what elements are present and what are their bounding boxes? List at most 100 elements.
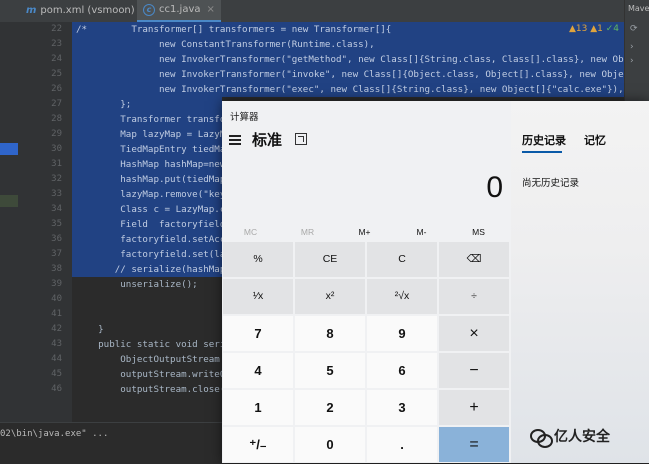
line-number: 36 (51, 234, 62, 244)
tab-memory[interactable]: 记忆 (584, 132, 606, 148)
backspace-button[interactable]: ⌫ (439, 242, 509, 277)
inspection-widget[interactable]: ▲13 ▲1 ✓4 (569, 24, 619, 34)
code-line: outputStream.writeOb (76, 369, 231, 380)
chevron-right-icon[interactable]: › (630, 56, 634, 66)
code-line: Map lazyMap = LazyMa (76, 129, 231, 140)
line-number: 27 (51, 99, 62, 109)
line-number: 41 (51, 309, 62, 319)
line-number: 46 (51, 384, 62, 394)
tab-label: pom.xml (vsmoon) (40, 5, 135, 16)
add-button[interactable]: + (439, 390, 509, 425)
digit-0-button[interactable]: 0 (295, 427, 365, 462)
line-number: 40 (51, 294, 62, 304)
tab-label: cc1.java (159, 4, 201, 15)
watermark: 亿人安全 (530, 426, 610, 448)
chevron-right-icon[interactable]: › (630, 42, 634, 52)
square-button[interactable]: x² (295, 279, 365, 314)
code-line: hashMap.put(tiedMapE (76, 174, 231, 185)
digit-6-button[interactable]: 6 (367, 353, 437, 388)
reciprocal-button[interactable]: ¹⁄x (223, 279, 293, 314)
line-number: 39 (51, 279, 62, 289)
window-title: 计算器 (230, 112, 259, 123)
code-line: lazyMap.remove("key" (76, 189, 231, 200)
mr-button[interactable]: MR (279, 223, 336, 241)
line-number: 31 (51, 159, 62, 169)
code-line: TiedMapEntry tiedMap (76, 144, 231, 155)
digit-1-button[interactable]: 1 (223, 390, 293, 425)
code-line: Transformer transfor (76, 114, 231, 125)
digit-4-button[interactable]: 4 (223, 353, 293, 388)
tab-cc1-java[interactable]: c cc1.java × (137, 0, 221, 22)
clear-entry-button[interactable]: CE (295, 242, 365, 277)
code-line: new InvokerTransformer("exec", new Class… (76, 84, 624, 95)
warning-count: ▲13 (568, 24, 588, 34)
code-line: ObjectOutputStream o (76, 354, 231, 365)
code-line: Class c = LazyMap.cl (76, 204, 231, 215)
line-number: 33 (51, 189, 62, 199)
decimal-button[interactable]: . (367, 427, 437, 462)
line-number: 23 (51, 39, 62, 49)
line-number: 44 (51, 354, 62, 364)
code-line: new ConstantTransformer(Runtime.class), (76, 39, 375, 50)
subtract-button[interactable]: − (439, 353, 509, 388)
digit-7-button[interactable]: 7 (223, 316, 293, 351)
percent-button[interactable]: % (223, 242, 293, 277)
memory-row: MC MR M+ M- MS (222, 223, 511, 241)
code-line: Field factoryfield (76, 219, 231, 230)
digit-3-button[interactable]: 3 (367, 390, 437, 425)
digit-8-button[interactable]: 8 (295, 316, 365, 351)
code-line: /* Transformer[] transformers = new Tran… (76, 24, 392, 35)
refresh-icon[interactable]: ⟳ (630, 24, 638, 34)
line-number: 42 (51, 324, 62, 334)
digit-5-button[interactable]: 5 (295, 353, 365, 388)
result-display: 0 (486, 171, 503, 204)
close-icon[interactable]: × (207, 4, 215, 15)
wechat-icon (530, 429, 553, 448)
code-line: unserialize(); (76, 279, 198, 290)
divide-button[interactable]: ÷ (439, 279, 509, 314)
menu-icon[interactable] (229, 135, 241, 145)
line-number: 45 (51, 369, 62, 379)
keep-on-top-icon[interactable] (295, 133, 307, 145)
line-number: 29 (51, 129, 62, 139)
code-line: factoryfield.set(laz (76, 249, 231, 260)
maven-panel-title[interactable]: Mave (628, 4, 649, 13)
square-root-button[interactable]: ²√x (367, 279, 437, 314)
tab-pom-xml[interactable]: mpom.xml (vsmoon)× (26, 0, 149, 22)
history-panel (511, 101, 649, 463)
code-line: }; (76, 99, 132, 110)
code-line: new InvokerTransformer("getMethod", new … (76, 54, 624, 65)
mode-title: 标准 (252, 132, 283, 149)
line-number: 34 (51, 204, 62, 214)
ms-button[interactable]: MS (450, 223, 507, 241)
line-number: 30 (51, 144, 62, 154)
code-line: factoryfield.setAcce (76, 234, 231, 245)
negate-button[interactable]: ⁺/₋ (223, 427, 293, 462)
digit-9-button[interactable]: 9 (367, 316, 437, 351)
multiply-button[interactable]: × (439, 316, 509, 351)
line-number: 25 (51, 69, 62, 79)
line-number: 38 (51, 264, 62, 274)
m-minus-button[interactable]: M- (393, 223, 450, 241)
m-plus-button[interactable]: M+ (336, 223, 393, 241)
editor-tab-bar: mpom.xml (vsmoon)× c cc1.java × (0, 0, 624, 23)
code-line: new InvokerTransformer("invoke", new Cla… (76, 69, 624, 80)
clear-button[interactable]: C (367, 242, 437, 277)
digit-2-button[interactable]: 2 (295, 390, 365, 425)
code-line: public static void seria (76, 339, 231, 350)
java-class-icon: c (143, 4, 155, 16)
active-tab-indicator (522, 151, 562, 153)
code-line: } (76, 324, 104, 335)
mc-button[interactable]: MC (222, 223, 279, 241)
maven-icon: m (26, 5, 37, 16)
equals-button[interactable]: = (439, 427, 509, 462)
tab-history[interactable]: 历史记录 (522, 132, 566, 148)
code-line: // serialize(hashMap) (76, 264, 231, 275)
run-command-text: 02\bin\java.exe" ... (0, 429, 109, 439)
watermark-text: 亿人安全 (554, 429, 610, 445)
line-number: 26 (51, 84, 62, 94)
line-number: 28 (51, 114, 62, 124)
history-empty-text: 尚无历史记录 (522, 178, 580, 189)
code-line: outputStream.close() (76, 384, 231, 395)
line-number: 22 (51, 24, 62, 34)
